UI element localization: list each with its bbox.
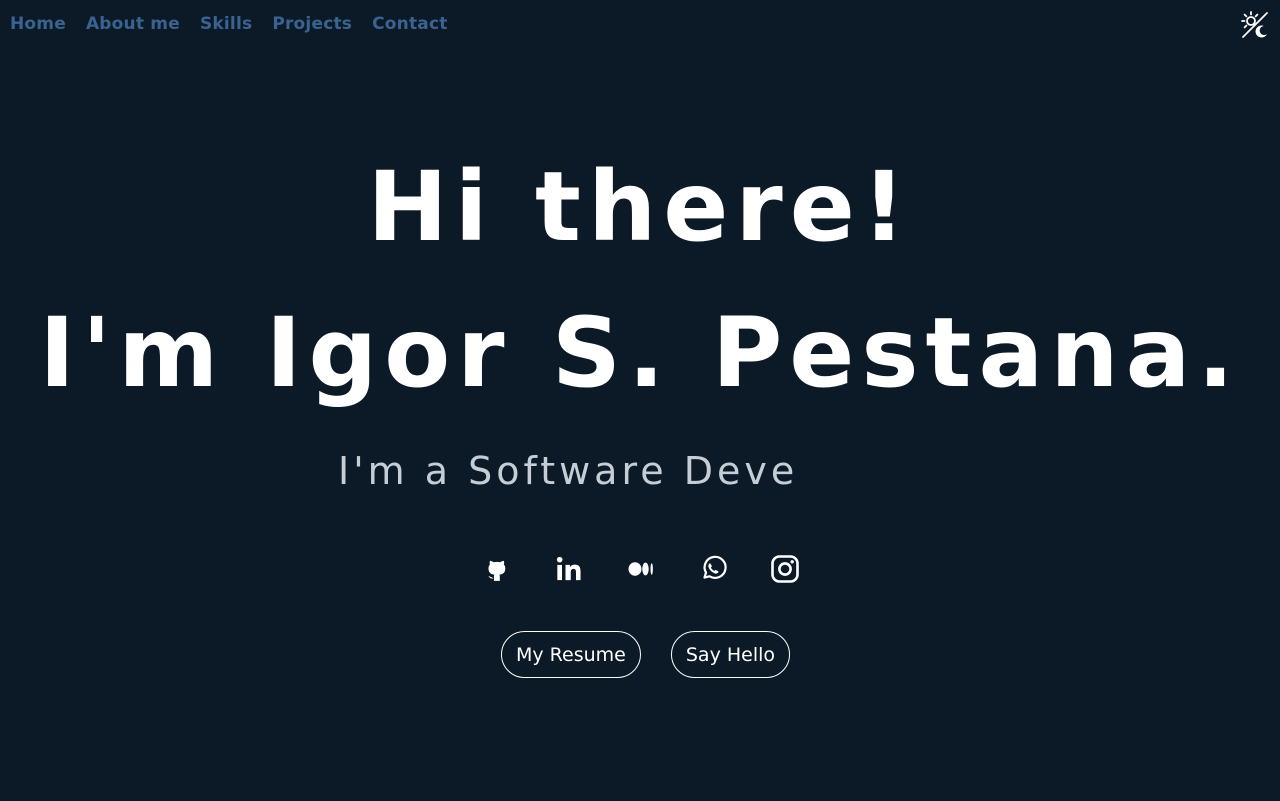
nav-item-home[interactable]: Home	[10, 14, 66, 34]
nav-item-about-me[interactable]: About me	[86, 14, 180, 34]
hero-subtitle: I'm a Software Deve	[338, 449, 799, 493]
github-icon	[487, 560, 506, 581]
hero-buttons: My Resume Say Hello	[501, 631, 791, 678]
linkedin-link[interactable]	[551, 551, 587, 587]
my-resume-button[interactable]: My Resume	[501, 631, 641, 678]
medium-icon	[628, 562, 653, 576]
linkedin-icon	[556, 556, 581, 581]
sun-moon-icon	[1241, 11, 1268, 38]
top-nav: Home About me Skills Projects Contact	[10, 14, 448, 34]
theme-toggle-button[interactable]	[1240, 10, 1270, 40]
whatsapp-icon	[703, 555, 727, 579]
instagram-icon	[771, 555, 799, 583]
instagram-link[interactable]	[767, 551, 803, 587]
social-links	[479, 551, 803, 587]
github-link[interactable]	[479, 551, 515, 587]
whatsapp-link[interactable]	[695, 551, 731, 587]
medium-link[interactable]	[623, 551, 659, 587]
say-hello-button[interactable]: Say Hello	[670, 631, 791, 678]
nav-item-contact[interactable]: Contact	[372, 14, 447, 34]
page: Home About me Skills Projects Contact Hi…	[0, 0, 1280, 801]
nav-item-skills[interactable]: Skills	[200, 14, 252, 34]
hero-greeting: Hi there!	[367, 151, 913, 263]
hero-name: I'm Igor S. Pestana.	[39, 297, 1241, 409]
nav-item-projects[interactable]: Projects	[272, 14, 352, 34]
